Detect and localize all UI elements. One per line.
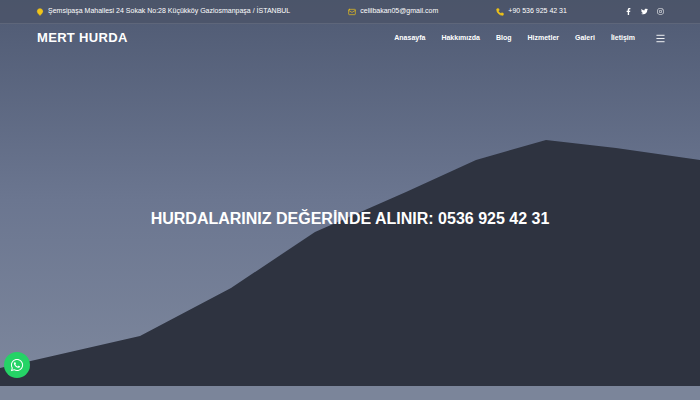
phone[interactable]: +90 536 925 42 31 xyxy=(496,6,567,17)
phone-icon xyxy=(496,8,504,16)
page: Şemsipaşa Mahallesi 24 Sokak No:28 Küçük… xyxy=(0,0,700,400)
page-content: Şemsipaşa Mahallesi 24 Sokak No:28 Küçük… xyxy=(0,0,700,400)
whatsapp-icon xyxy=(10,358,24,372)
hero-photo xyxy=(0,0,700,400)
social-links xyxy=(625,8,664,15)
logo[interactable]: MERT HURDA xyxy=(37,28,128,48)
facebook-icon[interactable] xyxy=(625,8,632,15)
top-bar: Şemsipaşa Mahallesi 24 Sokak No:28 Küçük… xyxy=(0,0,700,24)
bottom-band xyxy=(0,386,700,400)
nav-item[interactable]: Hizmetler xyxy=(528,33,560,44)
nav: Anasayfa Hakkımızda Blog Hizmetler Galeri İle… xyxy=(394,33,666,44)
map-pin-icon xyxy=(36,8,44,16)
hero-heading: HURDALARINIZ DEĞERİNDE ALINIR: 0536 925 … xyxy=(151,207,550,231)
hero: HURDALARINIZ DEĞERİNDE ALINIR: 0536 925 … xyxy=(0,52,700,386)
nav-item[interactable]: Anasayfa xyxy=(394,33,425,44)
menu-icon[interactable] xyxy=(655,33,666,44)
scrap-pile xyxy=(0,0,700,400)
mail-icon xyxy=(348,8,356,16)
instagram-icon[interactable] xyxy=(657,8,664,15)
nav-item[interactable]: Galeri xyxy=(575,33,595,44)
nav-item[interactable]: Hakkımızda xyxy=(441,33,480,44)
nav-item[interactable]: İletişim xyxy=(611,33,635,44)
header: MERT HURDA Anasayfa Hakkımızda Blog Hizmetle… xyxy=(0,24,700,52)
email[interactable]: celilbakan05@gmail.com xyxy=(348,6,438,17)
twitter-icon[interactable] xyxy=(641,8,648,15)
nav-item[interactable]: Blog xyxy=(496,33,512,44)
whatsapp-button[interactable] xyxy=(4,352,30,378)
address: Şemsipaşa Mahallesi 24 Sokak No:28 Küçük… xyxy=(36,6,290,17)
